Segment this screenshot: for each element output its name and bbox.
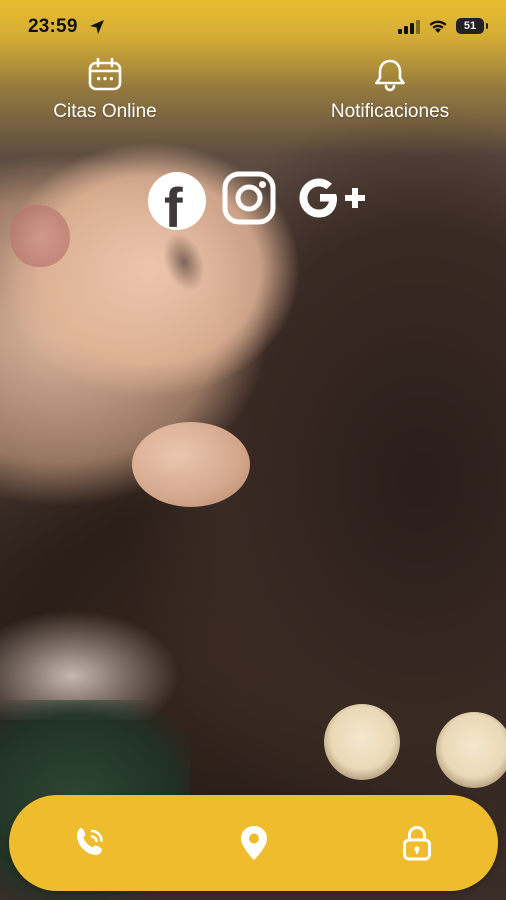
instagram-icon[interactable]: [221, 170, 277, 231]
location-arrow-icon: [90, 20, 104, 34]
wifi-icon: [429, 20, 447, 33]
notifications-button[interactable]: Notificaciones: [312, 57, 468, 123]
status-bar: 23:59 51: [0, 0, 506, 56]
bell-icon: [375, 59, 405, 92]
status-indicators: 51: [398, 18, 488, 34]
notifications-label: Notificaciones: [330, 101, 450, 122]
status-time: 23:59: [28, 16, 78, 37]
face-ear: [132, 422, 250, 507]
facebook-icon[interactable]: f: [148, 171, 206, 230]
candle: [324, 704, 400, 780]
call-button[interactable]: [51, 803, 131, 883]
bottom-nav-bar: [9, 795, 498, 891]
online-appointments-button[interactable]: Citas Online: [40, 57, 170, 123]
social-links: f: [148, 170, 376, 231]
google-plus-icon[interactable]: [292, 170, 376, 231]
phone-icon: [76, 828, 103, 855]
login-button[interactable]: [377, 803, 457, 883]
signal-icon: [398, 20, 420, 34]
battery-indicator: 51: [456, 18, 488, 34]
candle: [436, 712, 506, 788]
facebook-letter: f: [164, 175, 183, 230]
lock-icon: [402, 826, 431, 861]
location-button[interactable]: [214, 803, 294, 883]
appointments-label: Citas Online: [53, 101, 157, 122]
calendar-icon: [88, 57, 122, 91]
location-pin-icon: [240, 826, 267, 860]
battery-level: 51: [463, 20, 477, 32]
